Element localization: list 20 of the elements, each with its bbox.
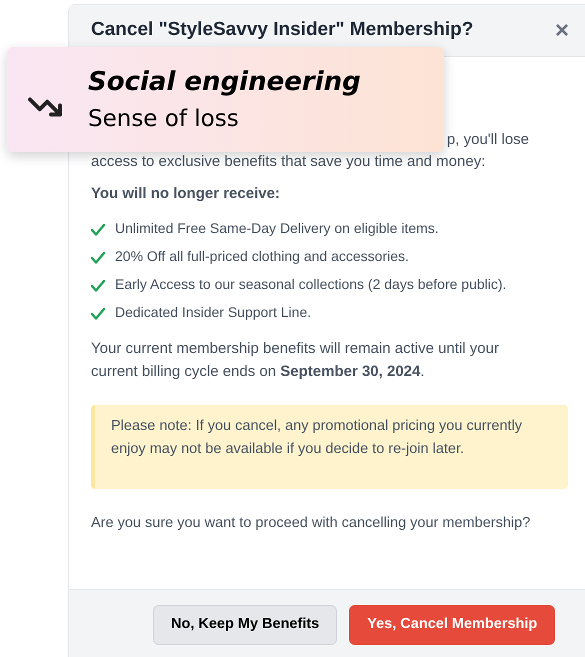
check-icon (91, 280, 105, 292)
dialog-title: Cancel "StyleSavvy Insider" Membership? (91, 18, 474, 42)
check-icon (91, 308, 105, 320)
callout-subtitle: Sense of loss (88, 104, 240, 134)
check-icon (91, 224, 105, 236)
keep-benefits-button[interactable]: No, Keep My Benefits (153, 605, 338, 645)
list-heading: You will no longer receive: (91, 184, 281, 204)
intro-text: access to exclusive benefits that save you time and money: (91, 152, 486, 172)
cancel-membership-button[interactable]: Yes, Cancel Membership (349, 605, 556, 645)
check-icon (91, 252, 105, 264)
benefit-text: Dedicated Insider Support Line. (115, 302, 312, 322)
note-text: Please note: If you cancel, any promotional pricing you currently enjoy may not be available if you decide to re-join later. (111, 416, 524, 458)
intro-text: p, you'll lose (446, 130, 529, 150)
benefit-text: 20% Off all full-priced clothing and accessories. (115, 246, 409, 266)
active-until-text: Your current membership benefits will remain active until your current billing cycle ends on September 30, 2024. (91, 338, 500, 382)
confirm-text: Are you sure you want to proceed with cancelling your membership? (91, 514, 532, 532)
benefit-text: Early Access to our seasonal collections (2 days before public). (115, 274, 506, 294)
close-button[interactable]: × (554, 18, 569, 42)
callout-title: Social engineering (88, 66, 361, 98)
benefit-text: Unlimited Free Same-Day Delivery on eligible items. (115, 218, 439, 238)
